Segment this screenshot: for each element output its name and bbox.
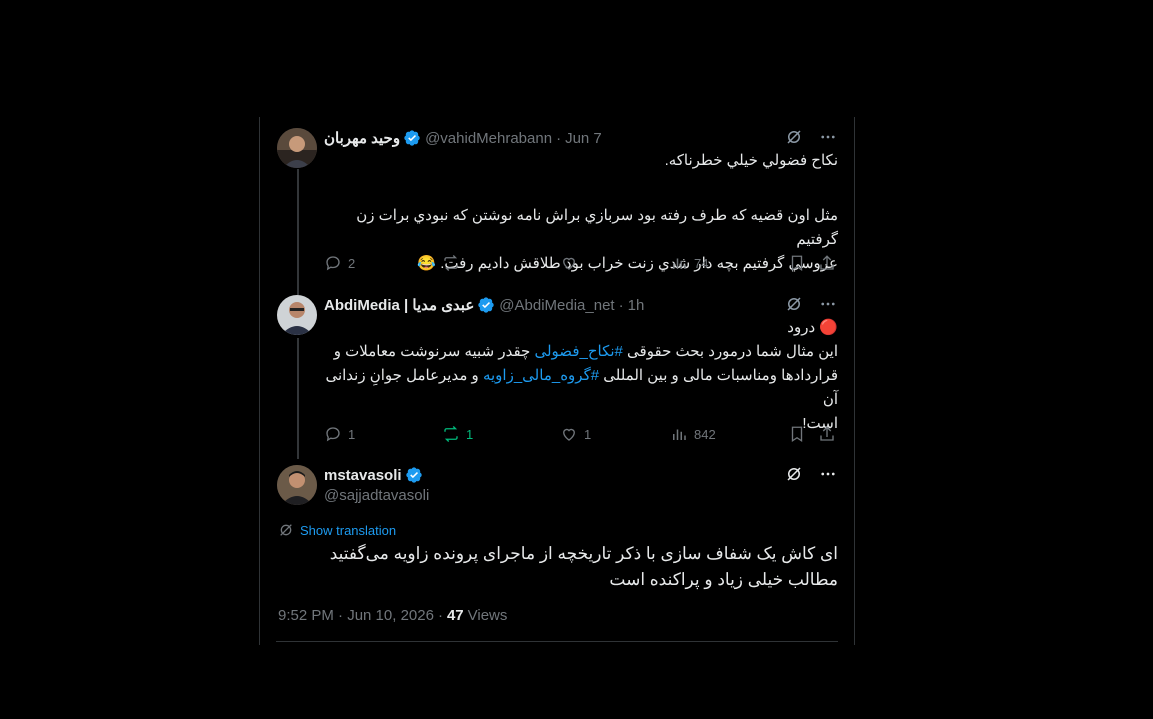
tweet-line: این مثال شما درمورد بحث حقوقی #نکاح_فضول… (324, 340, 838, 364)
bookmark-icon[interactable] (788, 254, 818, 272)
hashtag-link[interactable]: #گروه_مالی_زاویه (483, 367, 599, 384)
handle[interactable]: @AbdiMedia_net (499, 297, 614, 314)
display-name[interactable]: AbdiMedia | عبدی مدیا (324, 296, 474, 314)
reply-button[interactable]: 1 (324, 425, 442, 443)
translate-icon (280, 524, 292, 536)
show-translation-label: Show translation (300, 522, 397, 538)
tweet-line (324, 173, 838, 197)
grok-icon[interactable] (784, 464, 804, 484)
timestamp[interactable]: 9:52 PM · Jun 10, 2026 (278, 607, 434, 624)
tweet-line: ای کاش یک شفاف سازی با ذکر تاریخچه از ما… (329, 544, 838, 563)
more-icon[interactable] (818, 464, 838, 484)
views-label: Views (467, 607, 508, 624)
tweet-meta: 9:52 PM · Jun 10, 2026 · 47 Views (278, 607, 507, 624)
share-icon[interactable] (818, 425, 836, 443)
views-count: 74 (694, 255, 709, 271)
views-button[interactable]: 842 (670, 425, 788, 443)
separator: · (618, 296, 624, 314)
verified-badge-icon (477, 296, 495, 314)
text-segment: چقدر شبیه سرنوشت معاملات و (333, 343, 535, 360)
share-icon[interactable] (818, 254, 836, 272)
more-icon[interactable] (818, 294, 838, 314)
handle[interactable]: @sajjadtavasoli (324, 487, 429, 504)
views-button[interactable]: 74 (670, 254, 788, 272)
tweet-line: مثل اون قضيه كه طرف رفته بود سربازي براش… (356, 207, 838, 248)
tweet-line: قراردادها ومناسبات مالی و بین المللی #گر… (324, 364, 838, 412)
like-button[interactable] (560, 254, 670, 272)
tweet-text: ای کاش یک شفاف سازی با ذکر تاریخچه از ما… (278, 541, 838, 593)
handle[interactable]: @vahidMehrabann (425, 130, 552, 147)
tweet-line: نكاح فضولي خيلي خطرناكه. (664, 152, 838, 169)
like-button[interactable]: 1 (560, 425, 670, 443)
repost-count: 1 (466, 426, 474, 442)
display-name[interactable]: mstavasoli (324, 467, 402, 484)
separator: · (556, 129, 562, 147)
text-segment: قراردادها ومناسبات مالی و بین المللی (599, 367, 838, 384)
views-count: 842 (694, 426, 716, 442)
timestamp[interactable]: 1h (628, 297, 645, 314)
thread-connector (297, 169, 299, 297)
bookmark-icon[interactable] (788, 425, 818, 443)
timestamp[interactable]: Jun 7 (565, 130, 602, 147)
avatar[interactable] (277, 295, 317, 335)
reply-button[interactable]: 2 (324, 254, 442, 272)
hashtag-link[interactable]: #نکاح_فضولی (534, 343, 622, 360)
views-count: 47 (446, 607, 464, 624)
repost-button[interactable]: 1 (442, 425, 560, 443)
text-segment: این مثال شما درمورد بحث حقوقی (622, 343, 838, 360)
tweet-line: مطالب خیلی زیاد و پراکنده است (609, 570, 838, 589)
thread-connector (297, 338, 299, 459)
reply-count: 1 (348, 426, 356, 442)
avatar[interactable] (277, 465, 317, 505)
verified-badge-icon (403, 129, 421, 147)
tweet-text: 🔴 درود این مثال شما درمورد بحث حقوقی #نک… (324, 316, 838, 436)
greeting-line: 🔴 درود (787, 319, 838, 336)
avatar[interactable] (277, 128, 317, 168)
like-count: 1 (584, 426, 592, 442)
show-translation-link[interactable]: Show translation (278, 522, 396, 538)
reply-count: 2 (348, 255, 356, 271)
divider (276, 641, 838, 642)
more-icon[interactable] (818, 127, 838, 147)
repost-button[interactable] (442, 254, 560, 272)
timeline-column: وحید مهربان @vahidMehrabann · Jun 7 نكاح… (259, 117, 855, 645)
verified-badge-icon (405, 466, 423, 484)
grok-icon[interactable] (784, 294, 804, 314)
display-name[interactable]: وحید مهربان (324, 129, 400, 147)
separator: · (437, 607, 443, 624)
grok-icon[interactable] (784, 127, 804, 147)
